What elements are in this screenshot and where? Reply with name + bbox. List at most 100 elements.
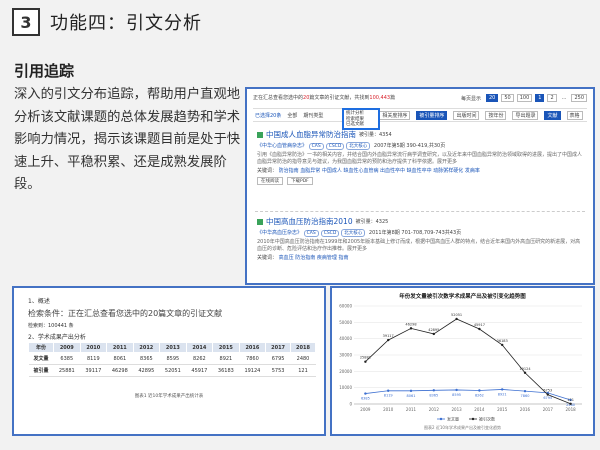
record-source[interactable]: 《中华心血管病杂志》	[257, 143, 307, 149]
tag-pku: 北大核心	[346, 142, 371, 150]
table-caption: 图表1 近10年学术成果产出统计表	[134, 394, 204, 399]
filter-journal[interactable]: 期刊类型	[303, 112, 323, 119]
keyword-link[interactable]: 疾病管理	[317, 255, 337, 261]
x-tick-label: 2014	[474, 407, 485, 412]
menu-selected-docs[interactable]: 已选文献	[346, 122, 376, 128]
data-point	[364, 360, 367, 363]
data-label: 6385	[361, 397, 370, 401]
stats-report-panel: 1、概述 检索条件：正在汇总查看您选中的20篇文章的引证文献 检索到：10044…	[12, 286, 326, 436]
page-title: 功能四：引文分析	[50, 13, 202, 34]
export-button[interactable]: 导出题录	[512, 110, 539, 120]
record-title-link[interactable]: 中国高血压防治指南2010	[266, 216, 353, 227]
table-cell: 8595	[159, 352, 187, 365]
per-page-50[interactable]: 50	[501, 94, 514, 102]
data-label: 8262	[475, 394, 484, 398]
table-cell: 36183	[212, 364, 240, 377]
data-point	[455, 317, 458, 321]
data-point	[501, 388, 504, 391]
table-header-cell: 2018	[290, 342, 316, 353]
x-tick-label: 2009	[360, 407, 371, 412]
table-cell: 发文量	[28, 352, 54, 365]
per-page-20[interactable]: 20	[486, 94, 499, 102]
data-point	[387, 389, 390, 392]
record-divider	[255, 211, 585, 212]
y-tick-label: 0	[349, 402, 352, 407]
record-source[interactable]: 《中华高血压杂志》	[257, 230, 302, 236]
sort-relevance-button[interactable]: 相关度排序	[379, 110, 411, 120]
record-checkbox[interactable]	[257, 218, 263, 225]
section-body: 深入的引文分布追踪，帮助用户直观地分析该文献课题的总体发展趋势和学术影响力情况，…	[14, 87, 241, 192]
tag-cas: CAS	[303, 230, 319, 237]
table-cell: 52051	[159, 364, 187, 377]
search-condition: 检索条件：正在汇总查看您选中的20篇文章的引证文献	[28, 309, 223, 318]
record-abstract: 引用《血脂异常防治》一书的相关内容，并结合国内外血脂异常流行病学调查研究，以及近…	[257, 152, 583, 165]
legend-marker	[471, 417, 475, 421]
record-checkbox[interactable]	[257, 131, 263, 138]
section-heading: 引用追踪	[14, 62, 75, 80]
record-abstract: 2010年中国高血压防治指南在1999年和2005年版本基础上修订而成，根据中国…	[257, 239, 581, 252]
table-header-cell: 年份	[27, 342, 55, 353]
keyword-link[interactable]: 动脉粥样硬化	[433, 168, 463, 174]
x-tick-label: 2010	[383, 407, 394, 412]
data-label: 7860	[521, 394, 530, 398]
data-label: 6795	[543, 396, 552, 400]
sort-date-button[interactable]: 出版时间	[453, 110, 480, 120]
table-header-cell: 2009	[53, 342, 81, 353]
data-label: 52051	[451, 313, 462, 317]
view-table-button[interactable]: 表格	[566, 110, 583, 120]
data-label: 36183	[497, 339, 508, 343]
online-read-button[interactable]: 在线阅读	[257, 177, 283, 185]
keyword-link[interactable]: 缺血性卒中	[407, 168, 432, 174]
keyword-link[interactable]: 出血性卒中	[380, 168, 405, 174]
page-1[interactable]: 1	[535, 94, 545, 102]
table-cell: 被引量	[28, 364, 54, 377]
data-point	[387, 338, 390, 342]
keyword-link[interactable]: 高血压	[279, 255, 294, 261]
selected-count[interactable]: 已选择20条	[255, 112, 281, 119]
keyword-link[interactable]: 中国成人	[322, 168, 342, 174]
data-label: 8061	[407, 394, 416, 398]
page-2[interactable]: 2	[547, 94, 557, 102]
sort-year-button[interactable]: 按年份	[485, 110, 507, 120]
per-page-100[interactable]: 100	[516, 94, 533, 102]
filter-all[interactable]: 全部	[287, 112, 297, 119]
x-tick-label: 2012	[429, 407, 440, 412]
table-cell: 19124	[239, 364, 266, 377]
legend-label: 发文量	[447, 416, 459, 422]
stats-dropdown-menu[interactable]: 统计分析 检索结果 已选文献	[342, 108, 380, 130]
keyword-link[interactable]: 血脂异常	[300, 168, 320, 174]
view-list-button[interactable]: 文献	[544, 110, 561, 120]
record-title-link[interactable]: 中国成人血脂异常防治指南	[266, 129, 356, 140]
data-point	[409, 389, 413, 393]
pagination: 每页显示 20 50 100 1 2 ... 250	[459, 94, 587, 102]
chart-caption: 图表2 近10年学术成果产出及被引变化趋势	[424, 425, 501, 430]
keyword-link[interactable]: 发病率	[465, 168, 480, 174]
record-cited: 被引量：4325	[355, 219, 389, 225]
legend-label: 被引次数	[479, 416, 495, 422]
table-cell: 2480	[290, 352, 316, 365]
per-page-label: 每页显示	[460, 95, 481, 102]
keyword-link[interactable]: 防治指南	[279, 168, 299, 174]
keyword-link[interactable]: 防治指南	[295, 255, 315, 261]
keyword-link[interactable]: 指南	[338, 255, 348, 261]
result-count: 检索到：100441 条	[28, 323, 74, 329]
tag-cscd: CSCD	[320, 230, 340, 237]
page-last[interactable]: 250	[571, 94, 587, 102]
table-cell: 39117	[80, 364, 107, 377]
record-date: 2007年第5期 390-419,共30页	[373, 143, 446, 149]
data-point	[501, 343, 504, 347]
sort-cited-button[interactable]: 被引量排序	[416, 110, 448, 120]
data-point	[432, 332, 435, 336]
result-toolbar: 已选择20条 全部 期刊类型 相关度排序 被引量排序 出版时间 按年份 导出题录…	[253, 108, 587, 122]
stats-table: 年份 2009 2010 2011 2012 2013 2014 2015 2016 2017 20…	[27, 342, 316, 377]
x-tick-label: 2013	[452, 407, 463, 412]
download-pdf-button[interactable]: 下载PDF	[287, 177, 313, 185]
keywords-label: 关键词：	[257, 168, 278, 174]
overview-heading: 1、概述	[28, 298, 50, 305]
data-label: 25881	[360, 356, 371, 360]
table-header-cell: 2014	[185, 342, 214, 353]
keyword-link[interactable]: 缺血性心血管病	[343, 168, 378, 174]
trend-chart: 0 10000 20000 30000 40000 50000 60000 2009 2010 2…	[339, 304, 582, 422]
y-tick-label: 10000	[339, 385, 352, 390]
data-point	[478, 389, 481, 392]
